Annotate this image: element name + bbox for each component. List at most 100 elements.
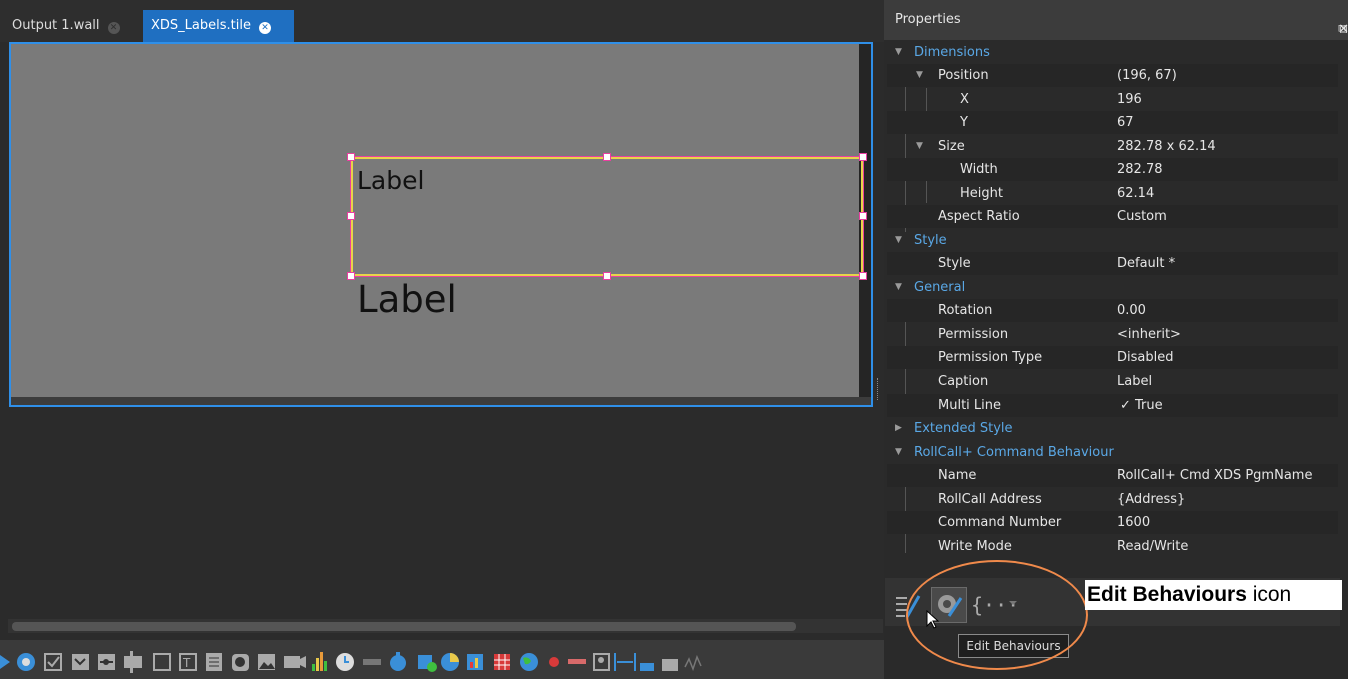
- property-value[interactable]: Read/Write: [1117, 535, 1188, 558]
- close-icon[interactable]: ✕: [1338, 22, 1348, 37]
- add-image-icon[interactable]: [418, 655, 437, 672]
- property-row-write-mode[interactable]: Write Mode Read/Write: [887, 535, 1338, 558]
- resize-horizontal-icon[interactable]: [614, 653, 636, 671]
- property-name: Width: [960, 162, 998, 177]
- camera-icon[interactable]: [284, 656, 306, 668]
- tab-output-wall[interactable]: Output 1.wall ✕: [4, 10, 128, 42]
- resize-handle[interactable]: [859, 153, 867, 161]
- globe-icon[interactable]: [520, 653, 538, 671]
- property-row-multi-line[interactable]: Multi Line ✓ True: [887, 394, 1338, 417]
- record-icon[interactable]: [549, 657, 559, 667]
- property-row-position[interactable]: ▼ Position (196, 67): [887, 64, 1338, 87]
- download-icon[interactable]: [640, 663, 654, 671]
- video-icon[interactable]: [662, 659, 678, 671]
- property-value[interactable]: (196, 67): [1117, 64, 1177, 87]
- image-icon[interactable]: [258, 654, 275, 670]
- grid-icon[interactable]: [494, 654, 510, 670]
- arrow-icon[interactable]: [0, 655, 10, 669]
- property-value[interactable]: 62.14: [1117, 182, 1154, 205]
- resize-handle[interactable]: [603, 153, 611, 161]
- expanded-triangle-icon[interactable]: ▼: [916, 64, 923, 87]
- fader-icon[interactable]: [124, 651, 142, 673]
- property-value[interactable]: Custom: [1117, 205, 1167, 228]
- property-value[interactable]: Label: [1117, 370, 1152, 393]
- dropdown-icon[interactable]: [72, 654, 89, 670]
- clock-icon[interactable]: [336, 653, 354, 671]
- property-row-rollcall-address[interactable]: RollCall Address {Address}: [887, 488, 1338, 511]
- resize-handle[interactable]: [347, 153, 355, 161]
- property-row-aspect-ratio[interactable]: Aspect Ratio Custom: [887, 205, 1338, 228]
- resize-handle[interactable]: [347, 272, 355, 280]
- label-widget-text[interactable]: Label: [357, 278, 457, 321]
- selected-label-widget[interactable]: [350, 156, 864, 277]
- collapsed-triangle-icon[interactable]: ▶: [895, 417, 902, 440]
- chart-image-icon[interactable]: [467, 654, 483, 670]
- list-icon[interactable]: [206, 653, 222, 671]
- expanded-triangle-icon[interactable]: ▼: [895, 229, 902, 252]
- category-dimensions[interactable]: ▼ Dimensions: [887, 41, 1338, 64]
- category-style[interactable]: ▼ Style: [887, 229, 1338, 252]
- property-row-height[interactable]: Height 62.14: [887, 182, 1338, 205]
- property-row-width[interactable]: Width 282.78: [887, 158, 1338, 181]
- property-value[interactable]: 0.00: [1117, 299, 1146, 322]
- timer-icon[interactable]: [390, 652, 406, 671]
- resize-handle[interactable]: [859, 212, 867, 220]
- expanded-triangle-icon[interactable]: ▼: [895, 276, 902, 299]
- tab-xds-labels-tile[interactable]: XDS_Labels.tile ✕: [143, 10, 294, 42]
- resize-handle[interactable]: [347, 212, 355, 220]
- panel-title: Properties: [895, 12, 961, 27]
- property-row-size[interactable]: ▼ Size 282.78 x 62.14: [887, 135, 1338, 158]
- property-value[interactable]: 67: [1117, 111, 1134, 134]
- checkbox-icon[interactable]: [44, 653, 62, 671]
- property-value[interactable]: {Address}: [1117, 488, 1185, 511]
- category-label: General: [914, 280, 966, 295]
- waveform-icon[interactable]: [684, 654, 702, 672]
- property-row-style[interactable]: Style Default *: [887, 252, 1338, 275]
- category-general[interactable]: ▼ General: [887, 276, 1338, 299]
- splitter-handle[interactable]: [877, 378, 881, 400]
- level-meter-icon[interactable]: [312, 652, 327, 671]
- scrollbar-thumb[interactable]: [12, 622, 796, 631]
- close-icon[interactable]: ✕: [107, 22, 120, 34]
- tab-label: XDS_Labels.tile: [151, 18, 251, 33]
- property-row-y[interactable]: Y 67: [887, 111, 1338, 134]
- resize-handle[interactable]: [859, 272, 867, 280]
- close-icon[interactable]: ✕: [258, 22, 271, 34]
- property-row-x[interactable]: X 196: [887, 88, 1338, 111]
- expanded-triangle-icon[interactable]: ▼: [895, 441, 902, 464]
- property-row-command-number[interactable]: Command Number 1600: [887, 511, 1338, 534]
- circle-button-icon[interactable]: [232, 654, 249, 671]
- property-name: Aspect Ratio: [938, 209, 1020, 224]
- property-row-name[interactable]: Name RollCall+ Cmd XDS PgmName: [887, 464, 1338, 487]
- pie-chart-icon[interactable]: [441, 653, 459, 671]
- property-value[interactable]: Default *: [1117, 252, 1175, 275]
- timecode-icon[interactable]: [363, 659, 381, 665]
- property-value[interactable]: <inherit>: [1117, 323, 1181, 346]
- expanded-triangle-icon[interactable]: ▼: [895, 41, 902, 64]
- slider-icon[interactable]: [98, 654, 115, 670]
- category-extended-style[interactable]: ▶ Extended Style: [887, 417, 1338, 440]
- frame-icon[interactable]: [153, 653, 171, 671]
- expanded-triangle-icon[interactable]: ▼: [916, 135, 923, 158]
- property-row-permission-type[interactable]: Permission Type Disabled: [887, 346, 1338, 369]
- property-row-permission[interactable]: Permission <inherit>: [887, 323, 1338, 346]
- speedometer-icon[interactable]: [17, 653, 35, 671]
- bar-icon[interactable]: [568, 659, 586, 664]
- property-value[interactable]: 196: [1117, 88, 1142, 111]
- resize-handle[interactable]: [603, 272, 611, 280]
- label-widget-text[interactable]: Label: [357, 166, 424, 195]
- property-value[interactable]: ✓ True: [1120, 394, 1163, 417]
- property-value[interactable]: 282.78 x 62.14: [1117, 135, 1216, 158]
- property-value[interactable]: RollCall+ Cmd XDS PgmName: [1117, 464, 1312, 487]
- property-name: Multi Line: [938, 398, 1002, 413]
- canvas-horizontal-scrollbar[interactable]: [11, 397, 871, 405]
- property-name: Position: [938, 68, 989, 83]
- property-row-caption[interactable]: Caption Label: [887, 370, 1338, 393]
- property-value[interactable]: Disabled: [1117, 346, 1173, 369]
- property-value[interactable]: 282.78: [1117, 158, 1163, 181]
- property-row-rotation[interactable]: Rotation 0.00: [887, 299, 1338, 322]
- person-frame-icon[interactable]: [593, 653, 610, 671]
- property-value[interactable]: 1600: [1117, 511, 1150, 534]
- category-rollcall-command-behaviour[interactable]: ▼ RollCall+ Command Behaviour: [887, 441, 1338, 464]
- text-icon[interactable]: T: [179, 653, 197, 671]
